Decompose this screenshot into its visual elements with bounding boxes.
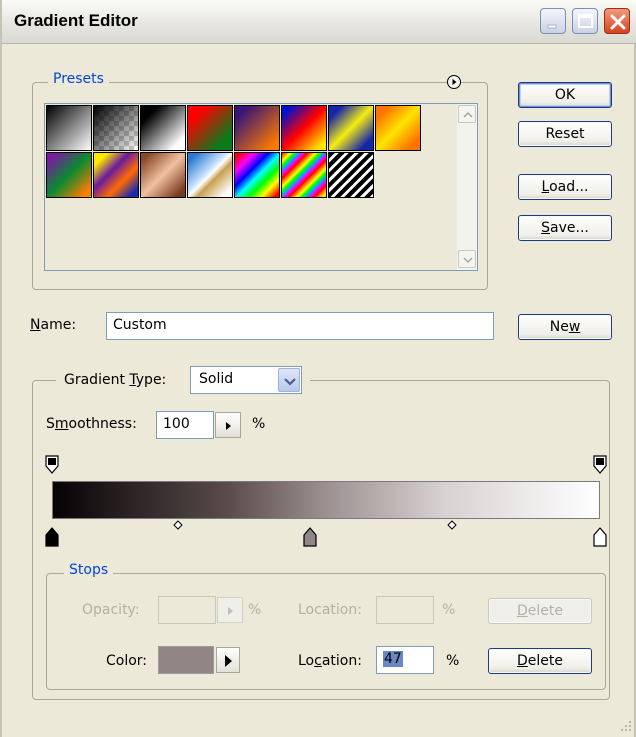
load-button-label: Load... bbox=[541, 179, 589, 195]
triangle-right-icon bbox=[226, 422, 231, 430]
preset-swatch-violet-orange[interactable] bbox=[234, 105, 280, 151]
preset-swatch-transparent-rainbow[interactable] bbox=[281, 152, 327, 198]
preset-swatch-yellow-violet-orange-blue[interactable] bbox=[93, 152, 139, 198]
chevron-up-icon bbox=[463, 111, 473, 118]
name-label: Name: bbox=[30, 317, 77, 333]
save-button-label: Save... bbox=[541, 220, 589, 236]
minimize-icon bbox=[547, 24, 557, 29]
gradient-type-dropdown-button[interactable] bbox=[278, 368, 300, 392]
opacity-slider-button bbox=[217, 597, 243, 623]
preset-swatch-foreground-to-transparent[interactable] bbox=[93, 105, 139, 151]
opacity-label: Opacity: bbox=[82, 602, 140, 618]
color-stop-swatch[interactable] bbox=[158, 646, 214, 674]
scroll-up-button[interactable] bbox=[458, 105, 476, 123]
color-stop[interactable] bbox=[593, 527, 607, 547]
gradient-bar[interactable] bbox=[52, 481, 600, 519]
gradient-type-value: Solid bbox=[199, 371, 234, 387]
opacity-location-unit: % bbox=[442, 602, 456, 618]
close-button[interactable] bbox=[604, 8, 630, 34]
name-input[interactable]: Custom bbox=[106, 312, 494, 340]
color-location-unit: % bbox=[446, 653, 460, 669]
preset-swatch-foreground-to-background[interactable] bbox=[46, 105, 92, 151]
save-button[interactable]: Save... bbox=[518, 215, 612, 241]
ok-button[interactable]: OK bbox=[518, 82, 612, 108]
minimize-button[interactable] bbox=[540, 8, 566, 34]
preset-swatch-violet-green-orange[interactable] bbox=[46, 152, 92, 198]
triangle-right-icon bbox=[225, 655, 232, 667]
preset-swatch-blue-yellow-blue[interactable] bbox=[328, 105, 374, 151]
gradient-type-legend: Gradient Type: Solid bbox=[56, 366, 310, 396]
midpoint-diamond-icon[interactable] bbox=[447, 520, 457, 530]
chevron-down-icon bbox=[463, 257, 473, 264]
color-location-value: 47 bbox=[383, 651, 403, 667]
gradient-type-label: Gradient Type: bbox=[64, 372, 167, 388]
color-stop[interactable] bbox=[302, 527, 317, 547]
close-icon bbox=[610, 14, 626, 30]
gradient-type-select[interactable]: Solid bbox=[190, 366, 302, 394]
preset-swatch-copper[interactable] bbox=[140, 152, 186, 198]
opacity-location-label: Location: bbox=[298, 602, 362, 618]
chevron-down-icon bbox=[284, 378, 296, 386]
scroll-down-button[interactable] bbox=[458, 250, 476, 268]
midpoint-diamond-icon[interactable] bbox=[173, 520, 183, 530]
preset-swatch-black-white[interactable] bbox=[140, 105, 186, 151]
presets-scrollbar[interactable] bbox=[457, 104, 477, 270]
color-location-label: Location: bbox=[298, 653, 362, 669]
preset-swatch-orange-yellow-orange[interactable] bbox=[375, 105, 421, 151]
maximize-icon bbox=[578, 14, 593, 28]
preset-swatch-spectrum[interactable] bbox=[234, 152, 280, 198]
gradient-editor-window: Gradient Editor Presets OK Reset Load...… bbox=[0, 0, 636, 737]
preset-swatch-red-green[interactable] bbox=[187, 105, 233, 151]
color-label: Color: bbox=[106, 653, 148, 669]
smoothness-slider-button[interactable] bbox=[215, 412, 241, 438]
new-button[interactable]: New bbox=[518, 314, 612, 340]
opacity-stop[interactable] bbox=[45, 455, 59, 475]
title-bar[interactable]: Gradient Editor bbox=[2, 0, 636, 44]
color-delete-button[interactable]: Delete bbox=[488, 648, 592, 674]
smoothness-label: Smoothness: bbox=[46, 416, 137, 432]
preset-swatch-blue-red-yellow[interactable] bbox=[281, 105, 327, 151]
opacity-delete-button: Delete bbox=[488, 598, 592, 624]
color-menu-button[interactable] bbox=[216, 647, 240, 673]
window-title: Gradient Editor bbox=[14, 11, 138, 30]
load-button[interactable]: Load... bbox=[518, 174, 612, 200]
presets-legend: Presets bbox=[48, 71, 109, 87]
presets-list bbox=[44, 103, 478, 271]
stops-legend: Stops bbox=[64, 562, 114, 578]
preset-swatch-transparent-stripes[interactable] bbox=[328, 152, 374, 198]
opacity-stop[interactable] bbox=[593, 455, 607, 475]
smoothness-input[interactable]: 100 bbox=[156, 411, 214, 439]
opacity-unit: % bbox=[248, 602, 262, 618]
opacity-location-input bbox=[376, 596, 434, 624]
color-location-input[interactable]: 47 bbox=[376, 646, 434, 674]
reset-button[interactable]: Reset bbox=[518, 121, 612, 147]
presets-menu-icon[interactable] bbox=[446, 74, 462, 90]
resize-grip-icon[interactable] bbox=[618, 718, 634, 734]
preset-swatch-chrome[interactable] bbox=[187, 152, 233, 198]
maximize-button[interactable] bbox=[572, 8, 598, 34]
opacity-input bbox=[158, 596, 216, 624]
smoothness-unit: % bbox=[252, 416, 266, 432]
color-stop[interactable] bbox=[45, 527, 59, 547]
triangle-right-icon bbox=[228, 607, 233, 615]
